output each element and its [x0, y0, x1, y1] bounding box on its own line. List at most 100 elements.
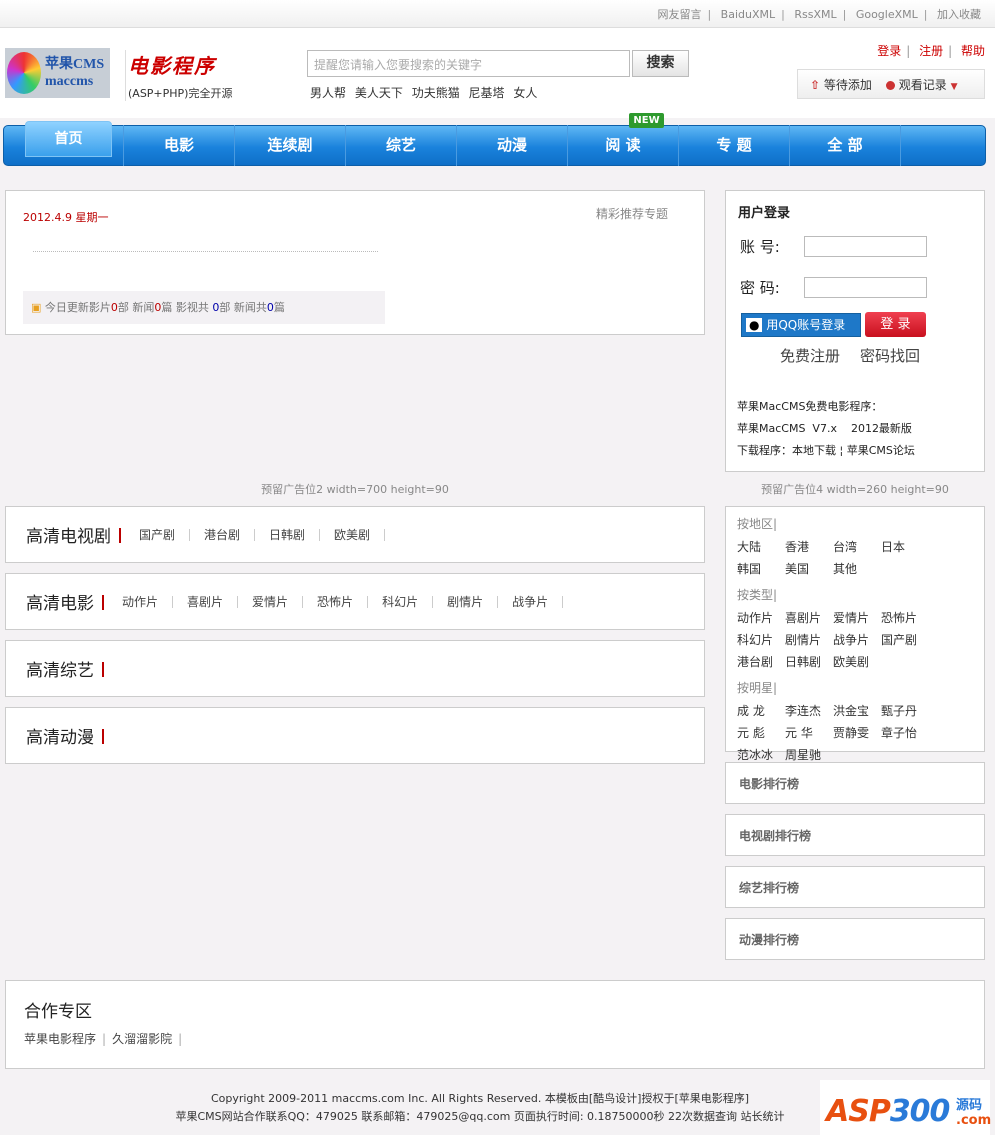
history-button[interactable]: 观看记录 ▼ [885, 76, 958, 93]
filter-item[interactable]: 美国 [785, 558, 833, 580]
filter-item[interactable]: 日韩剧 [785, 651, 833, 673]
qq-login-button[interactable]: ● 用QQ账号登录 [741, 313, 861, 337]
partner-link[interactable]: 久溜溜影院 [112, 1032, 172, 1046]
register-link[interactable]: 免费注册 [780, 345, 840, 366]
filter-item[interactable]: 章子怡 [881, 722, 929, 744]
link-baiduxml[interactable]: BaiduXML [721, 8, 775, 21]
filter-item[interactable]: 洪金宝 [833, 700, 881, 722]
category-link[interactable]: 剧情片 [447, 595, 499, 608]
history-label: 观看记录 [898, 77, 947, 92]
nav-home[interactable]: 首页 [25, 121, 112, 157]
login-button[interactable]: 登 录 [865, 312, 926, 337]
filter-item[interactable]: 战争片 [833, 629, 881, 651]
category-tv: 高清电视剧 国产剧 港台剧 日韩剧 欧美剧 [5, 506, 705, 563]
nav-all[interactable]: 全 部 [790, 125, 901, 166]
pending-button[interactable]: ⇧ 等待添加 [810, 76, 872, 93]
category-link[interactable]: 恐怖片 [317, 595, 369, 608]
link-rssxml[interactable]: RssXML [794, 8, 836, 21]
filter-item[interactable]: 喜剧片 [785, 607, 833, 629]
filter-item[interactable]: 欧美剧 [833, 651, 881, 673]
filter-item[interactable]: 韩国 [737, 558, 785, 580]
filter-item[interactable]: 元 彪 [737, 722, 785, 744]
category-title[interactable]: 高清动漫 [26, 723, 104, 748]
recover-password-link[interactable]: 密码找回 [860, 345, 920, 366]
category-link[interactable]: 科幻片 [382, 595, 434, 608]
partner-link[interactable]: 苹果电影程序 [24, 1032, 96, 1046]
category-link[interactable]: 动作片 [122, 595, 174, 608]
category-link[interactable]: 国产剧 [139, 528, 191, 541]
new-badge: NEW [629, 113, 664, 128]
hot-word[interactable]: 男人帮 [310, 86, 346, 100]
featured-topics-link[interactable]: 精彩推荐专题 [596, 205, 668, 222]
category-anime: 高清动漫 [5, 707, 705, 764]
ranking-variety[interactable]: 综艺排行榜 [725, 866, 985, 908]
filter-item[interactable]: 科幻片 [737, 629, 785, 651]
password-label: 密 码: [740, 279, 780, 297]
category-title[interactable]: 高清电影 [26, 589, 104, 614]
filter-item[interactable]: 国产剧 [881, 629, 929, 651]
link-guestbook[interactable]: 网友留言 [657, 8, 701, 21]
nav-variety[interactable]: 综艺 [346, 125, 457, 166]
update-stats: ▣ 今日更新影片0部 新闻0篇 影视共 0部 新闻共0篇 [23, 291, 385, 324]
stats-text: 部 新闻共 [219, 301, 267, 314]
filter-item[interactable]: 大陆 [737, 536, 785, 558]
account-input[interactable] [804, 236, 927, 257]
category-link[interactable]: 爱情片 [252, 595, 304, 608]
login-link[interactable]: 登录 [877, 44, 901, 58]
nav-anime[interactable]: 动漫 [457, 125, 568, 166]
logo-sub: maccms [45, 74, 94, 89]
category-link[interactable]: 喜剧片 [187, 595, 239, 608]
hot-word[interactable]: 女人 [513, 86, 537, 100]
search-button[interactable]: 搜索 [632, 50, 689, 77]
filter-item[interactable]: 成 龙 [737, 700, 785, 722]
filter-item[interactable]: 动作片 [737, 607, 785, 629]
nav-read[interactable]: 阅 读 [568, 125, 679, 166]
ranking-tv[interactable]: 电视剧排行榜 [725, 814, 985, 856]
category-title[interactable]: 高清电视剧 [26, 522, 121, 547]
nav-movie[interactable]: 电影 [124, 125, 235, 166]
info-line: 苹果MacCMS V7.x 2012最新版 [737, 422, 912, 435]
category-link[interactable]: 日韩剧 [269, 528, 321, 541]
filter-item[interactable]: 李连杰 [785, 700, 833, 722]
logo-tagline: (ASP+PHP)完全开源 [128, 87, 233, 100]
search-input[interactable]: 提醒您请输入您要搜索的关键字 [307, 50, 630, 77]
hot-word[interactable]: 尼基塔 [469, 86, 505, 100]
register-link[interactable]: 注册 [919, 44, 943, 58]
filter-item[interactable]: 元 华 [785, 722, 833, 744]
nav-series[interactable]: 连续剧 [235, 125, 346, 166]
stats-text: 篇 [273, 301, 285, 314]
maccms-logo[interactable]: 苹果CMS maccms [5, 48, 110, 98]
ranking-anime[interactable]: 动漫排行榜 [725, 918, 985, 960]
filter-item[interactable]: 甄子丹 [881, 700, 929, 722]
filter-item[interactable]: 剧情片 [785, 629, 833, 651]
category-link[interactable]: 港台剧 [204, 528, 256, 541]
filter-item[interactable]: 恐怖片 [881, 607, 929, 629]
monitor-icon: ▣ [31, 301, 42, 314]
help-link[interactable]: 帮助 [961, 44, 985, 58]
category-title[interactable]: 高清综艺 [26, 656, 104, 681]
info-line: 苹果MacCMS免费电影程序： [737, 400, 883, 413]
hot-word[interactable]: 美人天下 [355, 86, 403, 100]
hot-words: 男人帮 美人天下 功夫熊猫 尼基塔 女人 [310, 84, 542, 101]
download-links[interactable]: 下载程序：本地下载 ¦ 苹果CMS论坛 [737, 440, 915, 462]
filter-item[interactable]: 台湾 [833, 536, 881, 558]
category-link[interactable]: 欧美剧 [334, 528, 386, 541]
partner-links: 苹果电影程序 | 久溜溜影院 | [24, 1032, 183, 1046]
filter-item[interactable]: 爱情片 [833, 607, 881, 629]
qq-login-label: 用QQ账号登录 [766, 318, 846, 332]
filter-item[interactable]: 贾静雯 [833, 722, 881, 744]
ranking-movie[interactable]: 电影排行榜 [725, 762, 985, 804]
filter-label: 按明星| [737, 681, 778, 695]
filter-item[interactable]: 港台剧 [737, 651, 785, 673]
link-bookmark[interactable]: 加入收藏 [937, 8, 981, 21]
filter-item[interactable]: 日本 [881, 536, 929, 558]
category-link[interactable]: 战争片 [512, 595, 564, 608]
filter-item[interactable]: 其他 [833, 558, 881, 580]
link-googlexml[interactable]: GoogleXML [856, 8, 918, 21]
filter-item[interactable]: 香港 [785, 536, 833, 558]
hot-word[interactable]: 功夫熊猫 [412, 86, 460, 100]
qq-penguin-icon: ● [746, 318, 763, 332]
password-input[interactable] [804, 277, 927, 298]
nav-topics[interactable]: 专 题 [679, 125, 790, 166]
chevron-down-icon: ▼ [950, 81, 958, 92]
